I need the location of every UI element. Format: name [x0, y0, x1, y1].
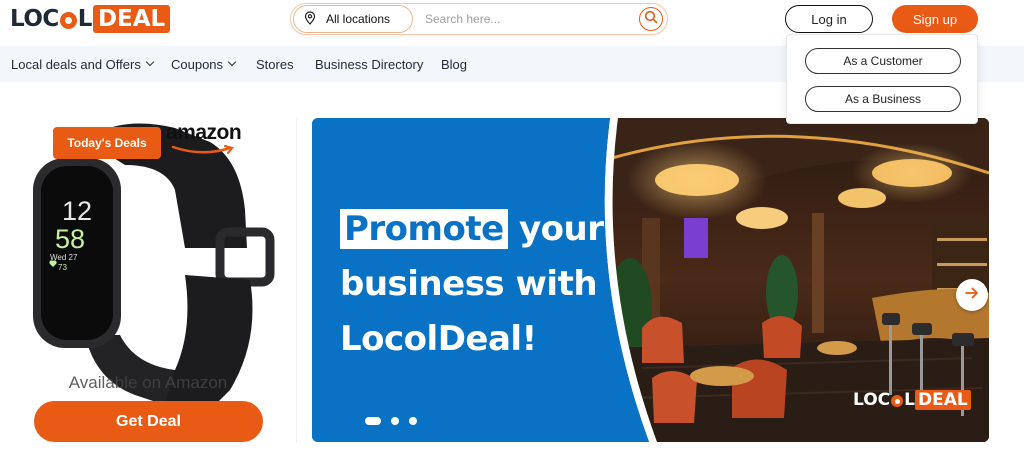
- watch-heart-rate: 73: [58, 263, 67, 272]
- carousel-next-button[interactable]: [956, 279, 988, 311]
- headline-highlight: Promote: [340, 209, 508, 249]
- nav-item-label: Stores: [256, 56, 294, 72]
- arrow-right-icon: [965, 286, 979, 304]
- nav-item-blog[interactable]: Blog: [441, 46, 467, 82]
- banner-logo-ring-icon: [891, 395, 904, 407]
- page: LOCLDEAL All locations Log in Sign up Lo…: [0, 0, 1024, 457]
- search-button[interactable]: [639, 7, 663, 31]
- watch-hour: 12: [62, 196, 92, 226]
- todays-deals-badge: Today's Deals: [53, 127, 161, 159]
- login-as-customer-button[interactable]: As a Customer: [805, 48, 961, 74]
- search-icon: [644, 10, 658, 29]
- get-deal-button[interactable]: Get Deal: [34, 401, 263, 442]
- login-dropdown: As a Customer As a Business: [786, 34, 978, 124]
- banner-logo-text-left: LOC: [853, 390, 891, 410]
- map-pin-icon: [304, 10, 326, 28]
- carousel-dot[interactable]: [365, 417, 381, 425]
- headline-line2: business with: [340, 264, 598, 304]
- carousel-dot[interactable]: [409, 417, 417, 425]
- brand-logo[interactable]: LOC L DEAL: [10, 5, 171, 33]
- headline-line1-rest: your: [507, 209, 604, 249]
- nav-item-label: Business Directory: [315, 56, 424, 72]
- login-as-business-button[interactable]: As a Business: [805, 86, 961, 112]
- amazon-logo: amazon: [166, 121, 242, 144]
- banner-logo-deal-text: DEAL: [915, 390, 971, 410]
- banner-logo: LOC L DEAL: [853, 390, 971, 410]
- nav-item-coupons[interactable]: Coupons: [171, 46, 237, 82]
- search-input[interactable]: [425, 10, 625, 28]
- banner-logo-text-l: L: [904, 390, 915, 410]
- signup-button[interactable]: Sign up: [892, 5, 978, 33]
- carousel-dots: [365, 417, 427, 425]
- carousel-dot[interactable]: [391, 417, 399, 425]
- logo-text-left: LOC: [10, 6, 59, 32]
- chevron-down-icon: [145, 57, 155, 67]
- logo-ring-icon: [59, 11, 77, 29]
- availability-text: Available on Amazon: [68, 373, 228, 392]
- nav-item-label: Blog: [441, 56, 468, 72]
- promo-banner[interactable]: Promote your business with LocolDeal! LO…: [312, 118, 989, 442]
- search-bar: All locations: [290, 3, 668, 35]
- location-label: All locations: [326, 12, 391, 26]
- amazon-smile-icon: [171, 144, 234, 155]
- nav-item-business-directory[interactable]: Business Directory: [315, 46, 423, 82]
- banner-headline: Promote your business with LocolDeal!: [340, 202, 604, 367]
- headline-line3: LocolDeal!: [340, 319, 537, 359]
- location-selector[interactable]: All locations: [293, 5, 413, 33]
- nav-item-stores[interactable]: Stores: [256, 46, 294, 82]
- watch-minute: 58: [55, 224, 85, 254]
- chevron-down-icon: [227, 57, 237, 67]
- nav-item-label: Coupons: [171, 56, 224, 72]
- logo-text-l: L: [77, 6, 93, 32]
- login-button[interactable]: Log in: [785, 5, 873, 33]
- nav-item-local-deals[interactable]: Local deals and Offers: [11, 46, 155, 82]
- nav-item-label: Local deals and Offers: [11, 56, 141, 72]
- logo-deal-text: DEAL: [92, 5, 171, 33]
